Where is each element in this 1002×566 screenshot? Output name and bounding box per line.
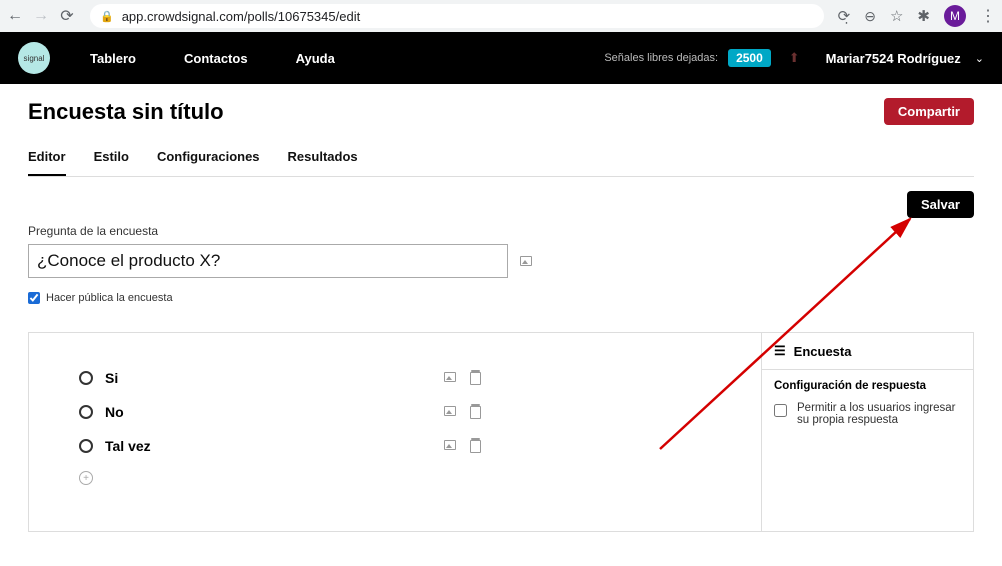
star-icon[interactable]: ☆ xyxy=(890,7,903,25)
reload-icon[interactable]: ⟳ xyxy=(58,6,76,26)
answer-label[interactable]: Tal vez xyxy=(105,438,444,454)
allow-own-answer-option[interactable]: Permitir a los usuarios ingresar su prop… xyxy=(774,402,961,426)
radio-icon[interactable] xyxy=(79,371,93,385)
side-panel: ☰ Encuesta Configuración de respuesta Pe… xyxy=(761,333,973,531)
app-bar: signal Tablero Contactos Ayuda Señales l… xyxy=(0,32,1002,84)
answer-media-icon[interactable] xyxy=(444,372,456,382)
forward-icon[interactable]: → xyxy=(32,7,50,25)
answer-label[interactable]: Si xyxy=(105,370,444,386)
back-icon[interactable]: ← xyxy=(6,7,24,25)
profile-avatar[interactable]: M xyxy=(944,5,966,27)
radio-icon[interactable] xyxy=(79,439,93,453)
share-button[interactable]: Compartir xyxy=(884,98,974,125)
nav-tablero[interactable]: Tablero xyxy=(90,51,136,66)
lock-icon: 🔒 xyxy=(100,10,114,23)
answer-delete-icon[interactable] xyxy=(470,440,481,453)
answer-row: No xyxy=(79,395,711,429)
tab-resultados[interactable]: Resultados xyxy=(288,149,358,176)
make-public-row[interactable]: Hacer pública la encuesta xyxy=(28,292,974,304)
answer-label[interactable]: No xyxy=(105,404,444,420)
answers-area: Si No Tal vez xyxy=(29,333,761,531)
browser-chrome: ← → ⟳ 🔒 app.crowdsignal.com/polls/106753… xyxy=(0,0,1002,32)
answer-media-icon[interactable] xyxy=(444,406,456,416)
gift-icon[interactable]: ⬆ xyxy=(789,50,800,66)
radio-icon[interactable] xyxy=(79,405,93,419)
chrome-menu-icon[interactable]: ⋮ xyxy=(980,6,996,26)
nav-ayuda[interactable]: Ayuda xyxy=(296,51,335,66)
answer-delete-icon[interactable] xyxy=(470,372,481,385)
user-name[interactable]: Mariar7524 Rodríguez xyxy=(826,51,961,66)
nav-contactos[interactable]: Contactos xyxy=(184,51,248,66)
tab-estilo[interactable]: Estilo xyxy=(94,149,129,176)
answer-row: Tal vez xyxy=(79,429,711,463)
answer-media-icon[interactable] xyxy=(444,440,456,450)
zoom-icon[interactable]: ⊖ xyxy=(864,8,876,25)
extensions-icon[interactable]: ✱ xyxy=(917,7,930,25)
answer-row: Si xyxy=(79,361,711,395)
allow-own-answer-label: Permitir a los usuarios ingresar su prop… xyxy=(797,402,961,426)
list-icon: ☰ xyxy=(774,343,786,359)
user-menu-chevron-icon[interactable]: ⌄ xyxy=(975,52,984,65)
side-panel-header: ☰ Encuesta xyxy=(762,333,973,370)
page-content: Encuesta sin título Compartir Editor Est… xyxy=(0,84,1002,546)
tab-editor[interactable]: Editor xyxy=(28,149,66,176)
tab-configuraciones[interactable]: Configuraciones xyxy=(157,149,260,176)
make-public-checkbox[interactable] xyxy=(28,292,40,304)
signals-count-badge[interactable]: 2500 xyxy=(728,49,771,67)
allow-own-answer-checkbox[interactable] xyxy=(774,404,787,417)
page-title: Encuesta sin título xyxy=(28,99,224,125)
translate-icon[interactable]: ⟳̣ xyxy=(838,7,851,25)
question-input[interactable] xyxy=(28,244,508,278)
question-label: Pregunta de la encuesta xyxy=(28,224,974,238)
editor-panel: Si No Tal vez xyxy=(28,332,974,532)
answer-delete-icon[interactable] xyxy=(470,406,481,419)
side-panel-title: Encuesta xyxy=(794,344,852,359)
tabs: Editor Estilo Configuraciones Resultados xyxy=(28,149,974,177)
url-text: app.crowdsignal.com/polls/10675345/edit xyxy=(122,9,361,24)
signals-label: Señales libres dejadas: xyxy=(604,52,718,64)
app-logo[interactable]: signal xyxy=(18,42,50,74)
make-public-label: Hacer pública la encuesta xyxy=(46,292,173,304)
url-bar[interactable]: 🔒 app.crowdsignal.com/polls/10675345/edi… xyxy=(90,4,824,28)
side-section-title: Configuración de respuesta xyxy=(774,380,961,392)
add-media-icon[interactable] xyxy=(520,256,532,266)
add-answer-button[interactable]: + xyxy=(79,471,93,485)
save-button[interactable]: Salvar xyxy=(907,191,974,218)
